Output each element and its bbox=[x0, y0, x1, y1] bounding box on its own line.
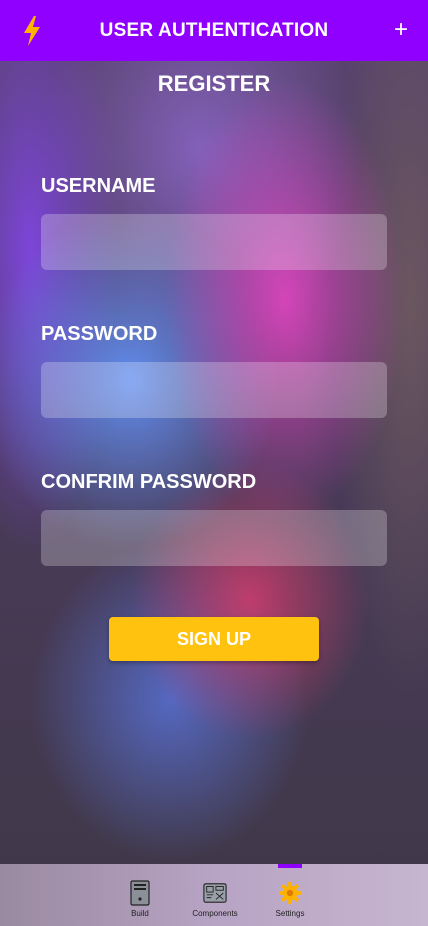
nav-item-components[interactable]: Components bbox=[185, 864, 245, 926]
nav-label-settings: Settings bbox=[275, 909, 305, 918]
username-input[interactable] bbox=[41, 214, 387, 270]
nav-label-components: Components bbox=[192, 909, 238, 918]
gear-icon bbox=[278, 881, 302, 905]
username-label: USERNAME bbox=[41, 175, 156, 197]
nav-item-build[interactable]: Build bbox=[110, 864, 170, 926]
confirm-password-label: CONFRIM PASSWORD bbox=[41, 471, 257, 493]
sign-up-button[interactable]: SIGN UP bbox=[109, 617, 319, 661]
active-tab-indicator bbox=[278, 864, 302, 868]
build-icon bbox=[130, 880, 150, 906]
bottom-nav: Build Components Settings bbox=[0, 864, 428, 926]
app-header: USER AUTHENTICATION + bbox=[0, 0, 428, 61]
confirm-password-input[interactable] bbox=[41, 510, 387, 566]
nav-item-settings[interactable]: Settings bbox=[260, 864, 320, 926]
components-icon bbox=[203, 883, 227, 903]
blurred-background bbox=[0, 0, 428, 926]
password-label: PASSWORD bbox=[41, 323, 158, 345]
app-title: USER AUTHENTICATION bbox=[99, 19, 329, 41]
lightning-bolt-icon[interactable] bbox=[22, 16, 42, 46]
password-input[interactable] bbox=[41, 362, 387, 418]
page-title: REGISTER bbox=[157, 71, 271, 96]
nav-label-build: Build bbox=[131, 909, 149, 918]
add-icon[interactable]: + bbox=[394, 18, 408, 42]
